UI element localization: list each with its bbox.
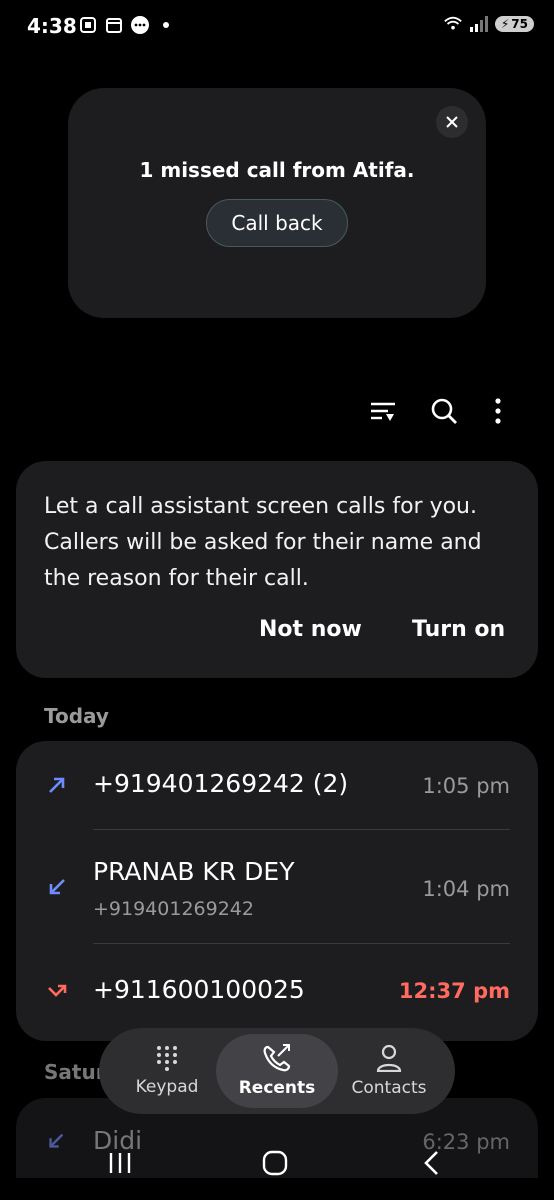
tab-contacts[interactable]: Contacts xyxy=(339,1028,439,1114)
turn-on-button[interactable]: Turn on xyxy=(412,617,505,642)
caller-number: +919401269242 xyxy=(93,898,254,920)
calendar-icon xyxy=(104,15,124,35)
screenshot-icon xyxy=(78,15,98,35)
incoming-call-icon xyxy=(49,879,65,895)
recents-icon xyxy=(263,1044,291,1072)
call-back-button[interactable]: Call back xyxy=(206,199,348,247)
missed-call-message: 1 missed call from Atifa. xyxy=(139,158,415,182)
recent-calls-list: +919401269242 (2) 1:05 pm PRANAB KR DEY … xyxy=(16,741,538,1041)
home-button[interactable] xyxy=(260,1148,290,1178)
call-time-missed: 12:37 pm xyxy=(398,979,510,1003)
caller-name: PRANAB KR DEY xyxy=(93,857,295,886)
chat-icon xyxy=(130,15,150,35)
wifi-icon xyxy=(443,14,463,34)
incoming-call-icon xyxy=(49,1133,64,1148)
status-time: 4:38 xyxy=(27,14,77,38)
search-button[interactable] xyxy=(427,394,461,428)
call-time: 1:04 pm xyxy=(422,877,510,901)
more-options-button[interactable] xyxy=(481,394,515,428)
status-notification-icons xyxy=(78,15,176,35)
close-icon xyxy=(446,116,458,128)
tab-recents[interactable]: Recents xyxy=(216,1028,338,1114)
call-time: 1:05 pm xyxy=(422,774,510,798)
recent-apps-icon xyxy=(109,1153,131,1173)
call-row[interactable]: PRANAB KR DEY +919401269242 1:04 pm xyxy=(16,830,538,943)
bottom-navigation: Keypad Recents Contacts xyxy=(99,1028,455,1114)
outgoing-call-icon xyxy=(49,777,65,793)
missed-call-popup: 1 missed call from Atifa. Call back xyxy=(68,88,486,318)
dot-icon xyxy=(156,15,176,35)
battery-indicator: ⚡ 75 xyxy=(494,16,534,32)
caller-name: +919401269242 (2) xyxy=(93,769,349,798)
close-popup-button[interactable] xyxy=(436,106,468,138)
caller-name: +911600100025 xyxy=(93,975,305,1004)
contacts-icon xyxy=(376,1044,402,1072)
battery-level: 75 xyxy=(511,17,528,31)
tab-keypad[interactable]: Keypad xyxy=(117,1028,217,1114)
status-system-icons: ⚡ 75 xyxy=(443,14,534,34)
not-now-button[interactable]: Not now xyxy=(259,617,362,642)
call-row[interactable]: +911600100025 12:37 pm xyxy=(16,944,538,1041)
filter-button[interactable] xyxy=(366,394,400,428)
back-icon xyxy=(424,1151,438,1175)
filter-icon xyxy=(371,402,395,421)
missed-call-icon xyxy=(48,984,67,997)
back-button[interactable] xyxy=(416,1148,446,1178)
search-icon xyxy=(431,398,457,424)
call-assistant-card: Let a call assistant screen calls for yo… xyxy=(16,461,538,678)
battery-icon: ⚡ xyxy=(500,17,510,31)
more-options-icon xyxy=(495,398,501,424)
signal-icon xyxy=(469,14,489,34)
call-row[interactable]: +919401269242 (2) 1:05 pm xyxy=(16,741,538,829)
section-today: Today xyxy=(44,704,109,728)
recent-apps-button[interactable] xyxy=(105,1148,135,1178)
tab-keypad-label: Keypad xyxy=(135,1077,199,1097)
tab-recents-label: Recents xyxy=(238,1078,316,1098)
keypad-icon xyxy=(157,1046,177,1071)
call-assistant-text: Let a call assistant screen calls for yo… xyxy=(44,494,482,591)
home-icon xyxy=(262,1150,288,1176)
tab-contacts-label: Contacts xyxy=(351,1078,427,1098)
